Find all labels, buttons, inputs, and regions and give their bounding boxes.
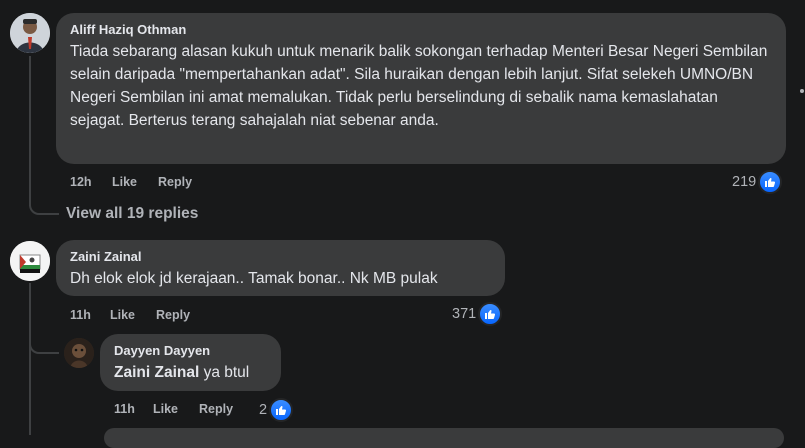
thumbs-up-icon xyxy=(269,398,294,422)
thumbs-up-icon xyxy=(758,170,783,194)
thread-connector xyxy=(29,200,59,215)
thread-line xyxy=(29,283,31,435)
comment-time[interactable]: 11h xyxy=(70,308,91,322)
reaction-summary[interactable]: 371 xyxy=(452,302,503,326)
like-button[interactable]: Like xyxy=(112,175,137,189)
comment-time[interactable]: 12h xyxy=(70,175,92,189)
reply-button[interactable]: Reply xyxy=(158,175,192,189)
reply-input-box[interactable] xyxy=(104,428,784,448)
reply-button[interactable]: Reply xyxy=(156,308,190,322)
avatar[interactable] xyxy=(10,13,50,53)
reply-author[interactable]: Dayyen Dayyen xyxy=(114,343,267,358)
reaction-count: 2 xyxy=(259,402,268,418)
comment-bubble: Aliff Haziq Othman Tiada sebarang alasan… xyxy=(56,13,786,164)
like-button[interactable]: Like xyxy=(153,402,178,416)
reaction-summary[interactable]: 2 xyxy=(259,398,294,422)
comment-bubble: Zaini Zainal Dh elok elok jd kerajaan.. … xyxy=(56,240,505,296)
reply-bubble: Dayyen Dayyen Zaini Zainal ya btul xyxy=(100,334,281,391)
reaction-count: 371 xyxy=(452,306,477,322)
comment-actions: 12h Like Reply xyxy=(70,175,270,191)
reaction-summary[interactable]: 219 xyxy=(732,170,783,194)
reply-button[interactable]: Reply xyxy=(199,402,233,416)
avatar[interactable] xyxy=(10,241,50,281)
comment-text: Tiada sebarang alasan kukuh untuk menari… xyxy=(70,43,768,129)
mention-link[interactable]: Zaini Zainal xyxy=(114,364,199,381)
thread-line xyxy=(29,56,31,206)
reply-text: Zaini Zainal ya btul xyxy=(114,361,267,384)
avatar[interactable] xyxy=(64,338,94,368)
comment-actions: 11h Like Reply xyxy=(70,308,270,324)
reply-time[interactable]: 11h xyxy=(114,402,135,416)
reaction-count: 219 xyxy=(732,174,757,190)
comment-author[interactable]: Aliff Haziq Othman xyxy=(70,22,772,37)
like-button[interactable]: Like xyxy=(110,308,135,322)
more-options-icon[interactable] xyxy=(798,82,805,93)
thumbs-up-icon xyxy=(478,302,503,326)
comment-text: Dh elok elok jd kerajaan.. Tamak bonar..… xyxy=(70,270,438,287)
comment-author[interactable]: Zaini Zainal xyxy=(70,249,491,264)
thread-connector xyxy=(29,338,59,354)
view-all-replies-link[interactable]: View all 19 replies xyxy=(66,205,198,223)
reply-text-body: ya btul xyxy=(199,364,250,381)
